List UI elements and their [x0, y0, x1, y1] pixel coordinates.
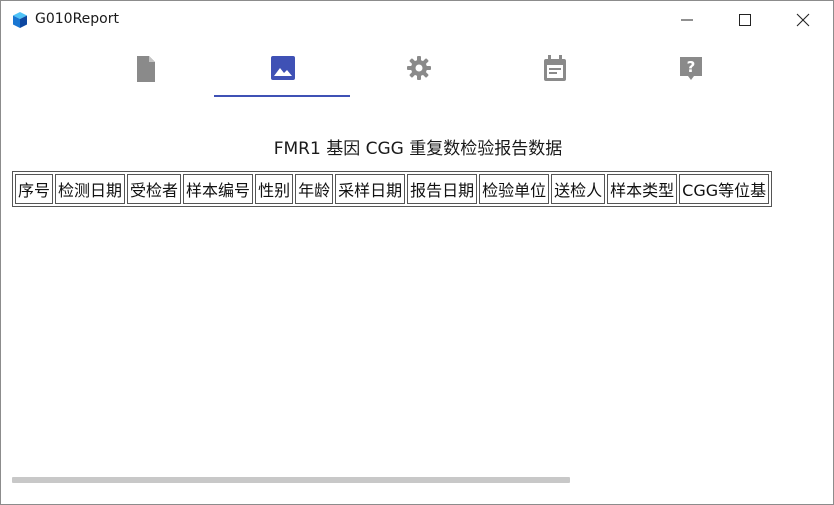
- app-window: G010Report ? FMR1 基因 CGG 重复数检验报告数据 序号 检测…: [0, 0, 834, 505]
- report-table: 序号 检测日期 受检者 样本编号 性别 年龄 采样日期 报告日期 检验单位 送检…: [12, 171, 773, 207]
- report-table-container[interactable]: 序号 检测日期 受检者 样本编号 性别 年龄 采样日期 报告日期 检验单位 送检…: [12, 171, 824, 207]
- column-header[interactable]: 报告日期: [407, 174, 478, 204]
- maximize-button[interactable]: [716, 1, 774, 39]
- active-tab-indicator: [214, 95, 350, 97]
- minimize-button[interactable]: [658, 1, 716, 39]
- calendar-icon: [544, 55, 566, 81]
- column-header[interactable]: 年龄: [295, 174, 334, 204]
- settings-gear-icon: [407, 56, 431, 80]
- column-header[interactable]: CGG等位基: [679, 174, 770, 204]
- svg-text:?: ?: [687, 58, 696, 76]
- table-header-row: 序号 检测日期 受检者 样本编号 性别 年龄 采样日期 报告日期 检验单位 送检…: [15, 174, 770, 204]
- tab-image[interactable]: [214, 49, 350, 99]
- title-bar[interactable]: G010Report: [1, 1, 833, 39]
- column-header[interactable]: 样本类型: [607, 174, 678, 204]
- help-icon: ?: [680, 57, 702, 80]
- tab-bar: ?: [1, 49, 833, 101]
- app-cube-icon: [11, 11, 29, 29]
- maximize-icon: [739, 14, 751, 26]
- tab-help[interactable]: ?: [622, 49, 758, 99]
- column-header[interactable]: 受检者: [127, 174, 182, 204]
- column-header[interactable]: 性别: [255, 174, 294, 204]
- image-icon: [271, 56, 295, 80]
- tab-calendar[interactable]: [486, 49, 622, 99]
- column-header[interactable]: 送检人: [551, 174, 606, 204]
- column-header[interactable]: 采样日期: [335, 174, 406, 204]
- close-icon: [796, 13, 810, 27]
- column-header[interactable]: 检验单位: [479, 174, 550, 204]
- tab-document[interactable]: [78, 49, 214, 99]
- column-header[interactable]: 样本编号: [183, 174, 254, 204]
- document-icon: [137, 56, 155, 82]
- column-header[interactable]: 检测日期: [55, 174, 126, 204]
- report-title: FMR1 基因 CGG 重复数检验报告数据: [273, 139, 563, 159]
- horizontal-scrollbar[interactable]: [12, 477, 570, 483]
- close-button[interactable]: [774, 1, 832, 39]
- tab-settings[interactable]: [350, 49, 486, 99]
- column-header[interactable]: 序号: [15, 174, 54, 204]
- window-title: G010Report: [35, 11, 119, 27]
- minimize-icon: [681, 19, 693, 21]
